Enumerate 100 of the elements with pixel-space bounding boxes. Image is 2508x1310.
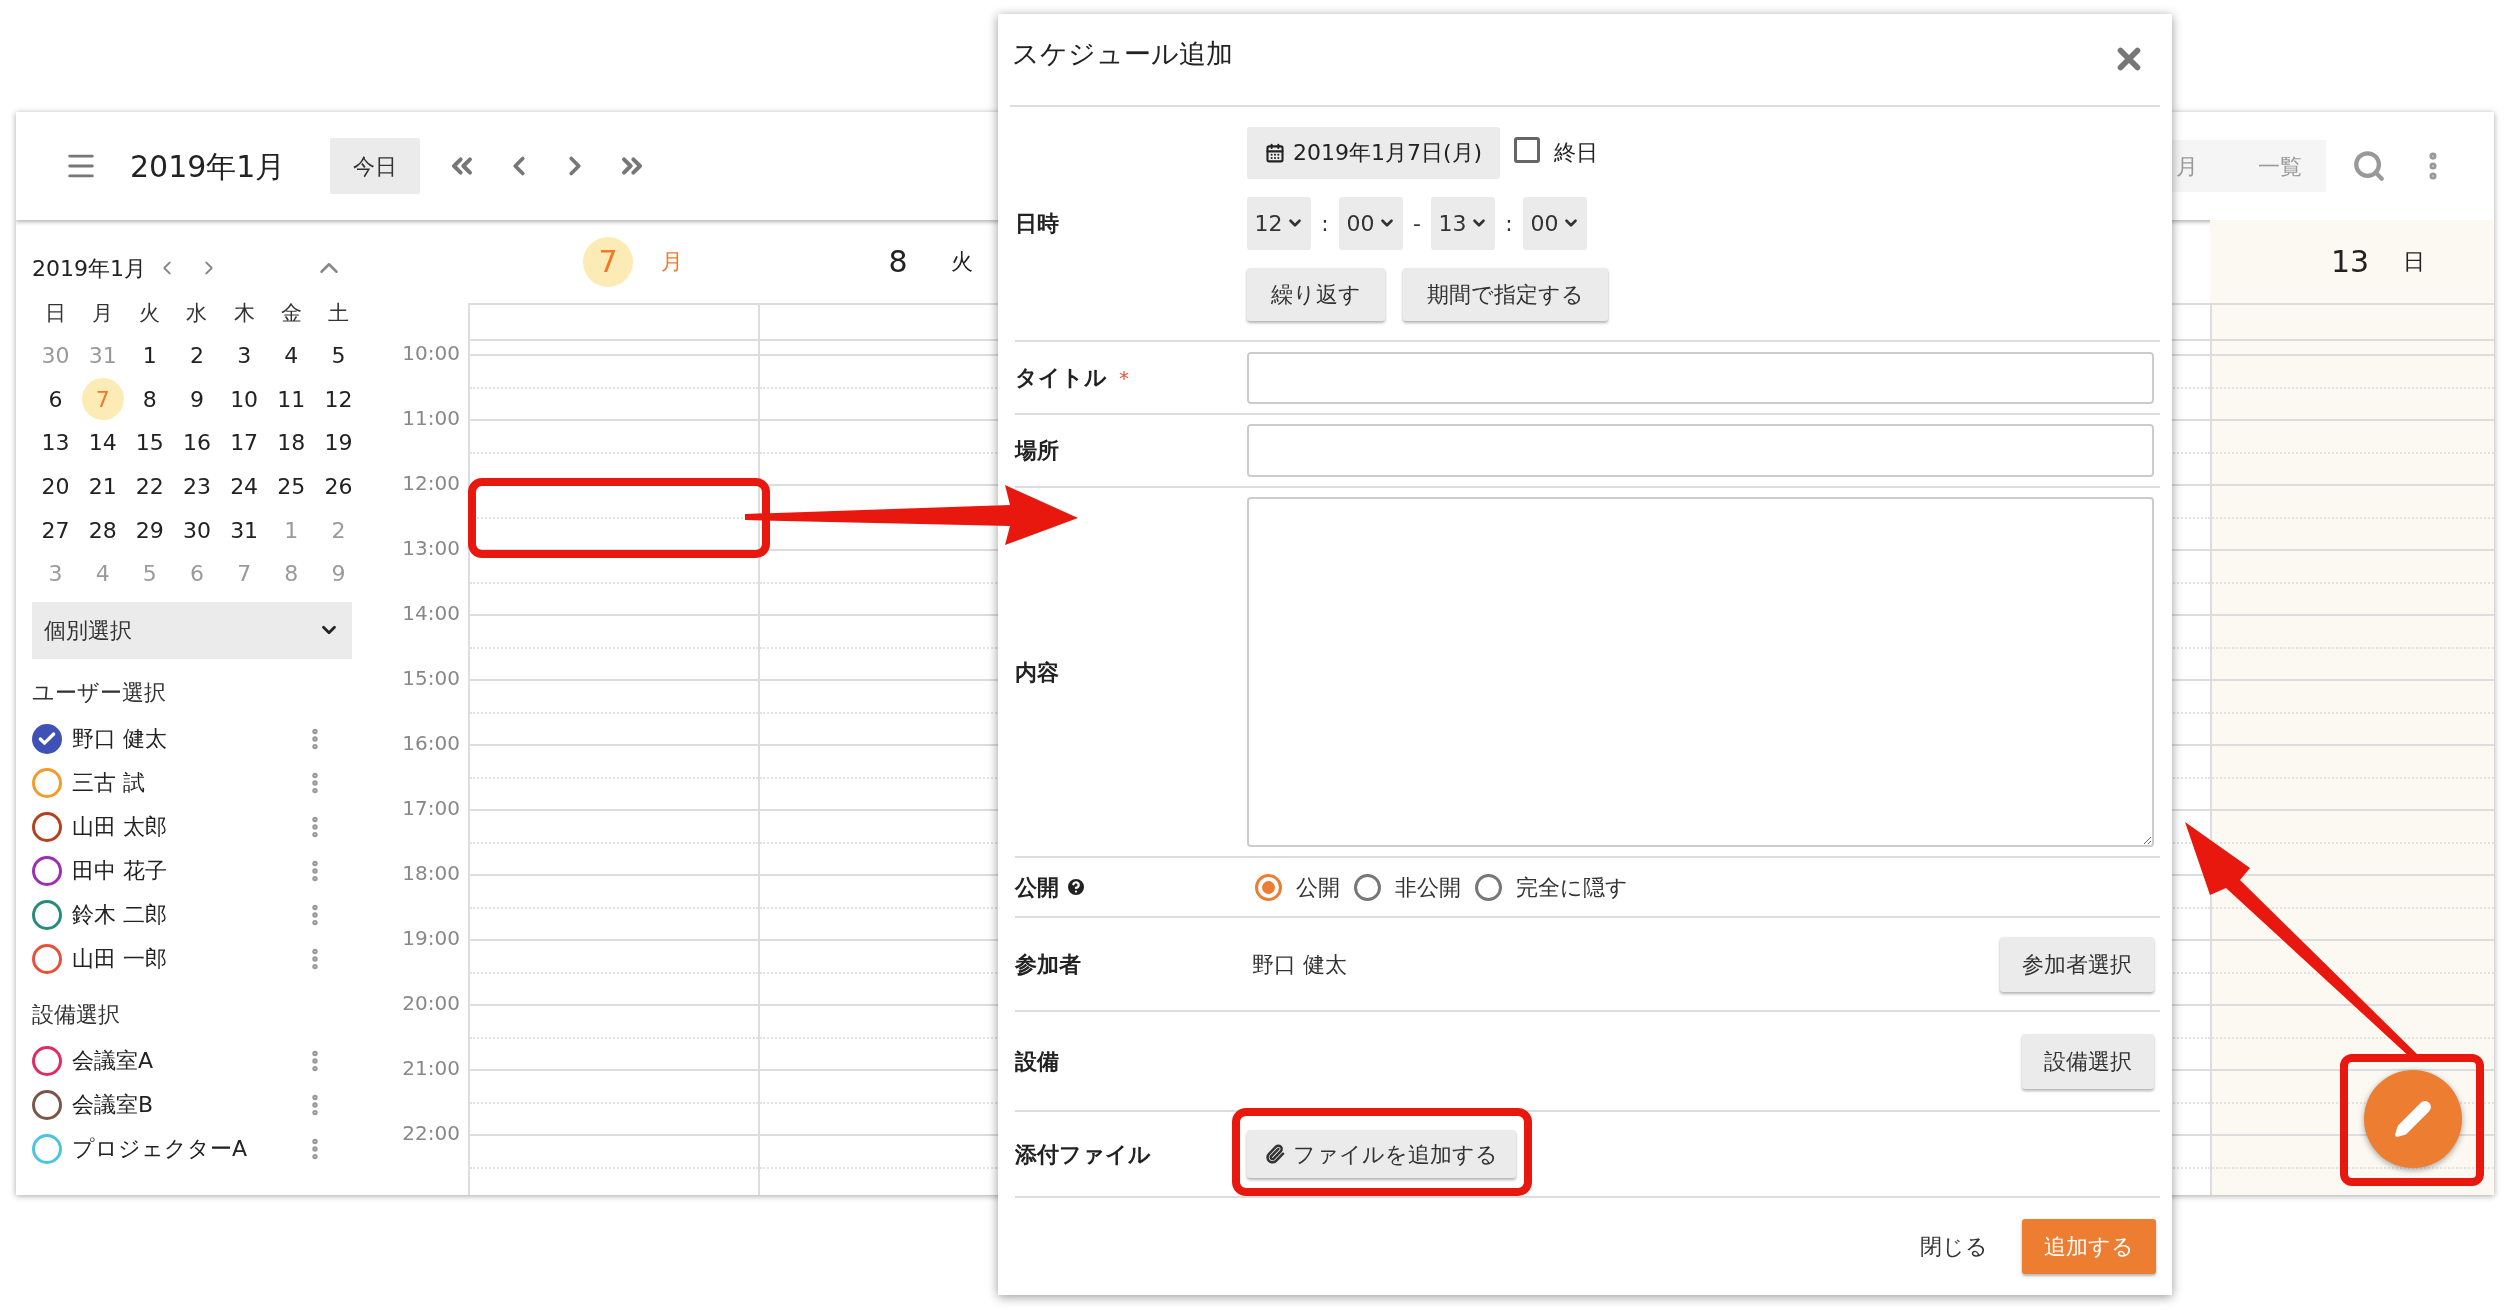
calendar-day[interactable]: 11	[270, 378, 313, 421]
calendar-day[interactable]: 27	[34, 509, 77, 552]
radio-button[interactable]	[1354, 873, 1381, 901]
checkbox[interactable]	[32, 1045, 62, 1076]
list-item-label[interactable]: 会議室B	[72, 1088, 302, 1122]
date-button[interactable]: 2019年1月7日(月)	[1247, 126, 1501, 179]
help-icon[interactable]	[1065, 876, 1087, 898]
calendar-day[interactable]: 25	[270, 465, 313, 508]
calendar-day[interactable]: 28	[81, 509, 124, 552]
calendar-day[interactable]: 23	[176, 465, 218, 508]
radio-button[interactable]	[1475, 873, 1502, 901]
time-select[interactable]: 00	[1339, 196, 1403, 250]
calendar-day[interactable]: 17	[223, 422, 266, 464]
field-label: タイトル	[1015, 364, 1107, 392]
calendar-day[interactable]: 26	[317, 465, 360, 508]
time-label: 20:00	[402, 991, 460, 1015]
checkbox[interactable]	[32, 899, 62, 930]
calendar-day[interactable]: 15	[128, 422, 171, 464]
mini-calendar-title: 2019年1月	[32, 254, 146, 283]
checkbox[interactable]	[32, 1133, 62, 1164]
day-weekday: 日	[2403, 248, 2425, 276]
time-select[interactable]: 00	[1523, 196, 1587, 250]
checkbox[interactable]	[32, 855, 62, 886]
weekday-label: 火	[138, 300, 162, 328]
weekday-label: 月	[91, 300, 115, 328]
time-label: 16:00	[402, 731, 460, 755]
option-button[interactable]: 期間で指定する	[1403, 267, 1608, 321]
calendar-day[interactable]: 19	[317, 422, 360, 464]
search-icon[interactable]	[2352, 149, 2386, 183]
calendar-day[interactable]: 16	[176, 422, 218, 464]
field-label: 設備	[1015, 1047, 1059, 1076]
list-item-label[interactable]: 野口 健太	[72, 722, 302, 756]
calendar-day[interactable]: 1	[128, 334, 171, 377]
checkbox[interactable]	[32, 723, 62, 754]
day-date[interactable]: 8	[873, 236, 923, 287]
place-input[interactable]	[1247, 424, 2154, 477]
calendar-day[interactable]: 5	[317, 334, 360, 377]
day-date[interactable]: 13	[2325, 236, 2375, 287]
time-select[interactable]: 12	[1247, 196, 1311, 250]
calendar-day[interactable]: 31	[223, 509, 266, 552]
calendar-day[interactable]: 21	[81, 465, 124, 508]
list-item-label[interactable]: 鈴木 二郎	[72, 898, 302, 932]
calendar-day[interactable]: 4	[270, 334, 313, 377]
time-label: 14:00	[402, 601, 460, 625]
calendar-day[interactable]: 2	[176, 334, 218, 377]
weekday-label: 水	[185, 300, 209, 328]
radio-label: 完全に隠す	[1516, 873, 1628, 902]
list-item-label[interactable]: 会議室A	[72, 1044, 302, 1078]
day-weekday: 火	[951, 248, 973, 276]
required-mark: *	[1119, 364, 1129, 392]
paperclip-icon	[1265, 1144, 1285, 1164]
time-label: 21:00	[402, 1056, 460, 1080]
calendar-day[interactable]: 22	[128, 465, 171, 508]
calendar-day[interactable]: 14	[81, 422, 124, 464]
filter-select[interactable]: 個別選択	[32, 601, 352, 659]
calendar-day[interactable]: 13	[34, 422, 77, 464]
checkbox[interactable]	[32, 1089, 62, 1120]
weekday-label: 金	[279, 300, 303, 328]
close-button[interactable]: 閉じる	[1910, 1219, 1998, 1274]
time-label: 15:00	[402, 666, 460, 690]
time-label: 12:00	[402, 471, 460, 495]
section-heading: 設備選択	[32, 1000, 121, 1029]
calendar-day[interactable]: 20	[34, 465, 77, 508]
radio-button[interactable]	[1255, 873, 1282, 901]
list-item-label[interactable]: 三古 試	[72, 766, 302, 800]
time-label: 18:00	[402, 861, 460, 885]
calendar-day[interactable]: 9	[176, 378, 218, 421]
add-file-button[interactable]: ファイルを追加する	[1247, 1130, 1516, 1178]
list-item-label[interactable]: プロジェクターA	[72, 1132, 302, 1166]
time-label: 17:00	[402, 796, 460, 820]
weekday-label: 日	[44, 300, 68, 328]
select-equipment-button[interactable]: 設備選択	[2022, 1033, 2154, 1089]
calendar-day[interactable]: 10	[223, 378, 266, 421]
today-button[interactable]: 今日	[330, 138, 420, 194]
time-separator: -	[1412, 209, 1422, 238]
checkbox[interactable]	[32, 943, 62, 974]
time-label: 19:00	[402, 926, 460, 950]
checkbox[interactable]	[32, 811, 62, 842]
checkbox[interactable]	[32, 767, 62, 798]
field-label: 添付ファイル	[1015, 1140, 1151, 1169]
calendar-day[interactable]: 6	[34, 378, 77, 421]
time-label: 22:00	[402, 1121, 460, 1145]
list-item-label[interactable]: 山田 一郎	[72, 942, 302, 976]
calendar-day[interactable]: 3	[223, 334, 266, 377]
calendar-day[interactable]: 8	[128, 378, 171, 421]
pencil-icon	[2393, 1099, 2433, 1139]
checkbox[interactable]	[1514, 136, 1541, 163]
dialog-title: スケジュール追加	[1012, 37, 1233, 71]
calendar-day[interactable]: 29	[128, 509, 171, 552]
calendar-day[interactable]: 18	[270, 422, 313, 464]
calendar-day[interactable]: 12	[317, 378, 360, 421]
calendar-day[interactable]: 24	[223, 465, 266, 508]
calendar-day[interactable]: 30	[176, 509, 218, 552]
title-input[interactable]	[1247, 351, 2154, 404]
time-select[interactable]: 13	[1431, 196, 1495, 250]
radio-label: 非公開	[1395, 873, 1461, 902]
option-button[interactable]: 繰り返す	[1247, 267, 1385, 321]
list-item-label[interactable]: 山田 太郎	[72, 810, 302, 844]
list-item-label[interactable]: 田中 花子	[72, 854, 302, 888]
select-participants-button[interactable]: 参加者選択	[2000, 936, 2154, 992]
